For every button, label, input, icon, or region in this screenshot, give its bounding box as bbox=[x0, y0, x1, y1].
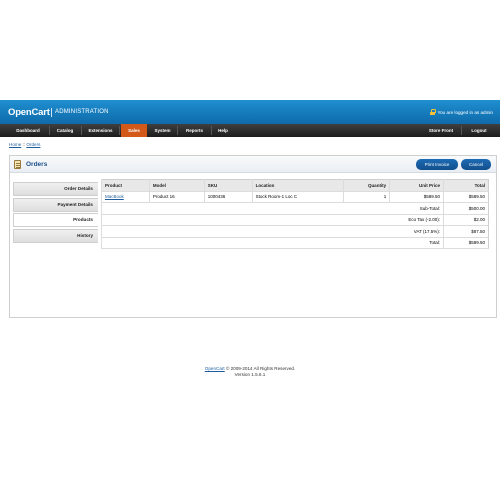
product-link[interactable]: MacBook bbox=[105, 194, 124, 199]
product-quantity: 1 bbox=[343, 191, 390, 203]
tab-products[interactable]: Products bbox=[13, 213, 98, 227]
totals-row: VAT (17.5%): $87.50 bbox=[100, 225, 489, 238]
nav-divider bbox=[177, 126, 178, 135]
nav-help[interactable]: Help bbox=[213, 124, 233, 137]
products-table: Product Model SKU Location Quantity Unit… bbox=[100, 179, 489, 249]
footer-version: Version 1.5.6.1 bbox=[234, 372, 266, 377]
tab-order-details[interactable]: Order Details bbox=[13, 182, 98, 196]
nav-system[interactable]: System bbox=[150, 124, 175, 137]
breadcrumb: Home :: Orders bbox=[9, 142, 40, 147]
totals-label: VAT (17.5%): bbox=[100, 225, 444, 238]
product-unit-price: $589.50 bbox=[389, 191, 444, 203]
totals-row: Sub-Total: $500.00 bbox=[100, 202, 489, 215]
totals-label: Eco Tax (-2.00): bbox=[100, 214, 444, 226]
nav-divider bbox=[81, 126, 82, 135]
totals-row: Total: $589.50 bbox=[100, 237, 489, 249]
nav-extensions[interactable]: Extensions bbox=[83, 124, 118, 137]
col-unit-price: Unit Price bbox=[389, 179, 444, 192]
col-total: Total bbox=[443, 179, 489, 192]
footer-copyright: © 2009-2014 All Rights Reserved. bbox=[224, 366, 296, 371]
admin-header: OpenCart ADMINISTRATION You are logged i… bbox=[0, 100, 500, 124]
footer-opencart-link[interactable]: OpenCart bbox=[205, 366, 225, 371]
product-total: $589.50 bbox=[443, 191, 489, 203]
print-invoice-button[interactable]: Print Invoice bbox=[416, 159, 458, 170]
product-model: Product 16 bbox=[148, 191, 205, 203]
product-sku: 1000436 bbox=[203, 191, 253, 203]
logo-divider bbox=[51, 108, 52, 117]
table-row: MacBook Product 16 1000436 Stock Room-1 … bbox=[101, 191, 489, 203]
totals-value: $589.50 bbox=[443, 237, 489, 249]
nav-catalog[interactable]: Catalog bbox=[51, 124, 79, 137]
totals-value: $87.50 bbox=[443, 225, 489, 238]
nav-divider bbox=[461, 126, 462, 135]
opencart-logo[interactable]: OpenCart bbox=[8, 107, 50, 118]
nav-dashboard[interactable]: Dashboard bbox=[9, 124, 47, 137]
nav-divider bbox=[49, 126, 50, 135]
order-tabs: Order Details Payment Details Products H… bbox=[13, 182, 98, 244]
cancel-button[interactable]: Cancel bbox=[461, 159, 491, 170]
col-location: Location bbox=[251, 179, 344, 192]
order-clipboard-icon bbox=[14, 160, 21, 169]
nav-divider bbox=[211, 126, 212, 135]
login-text: You are logged in as admin bbox=[437, 109, 493, 115]
tab-history[interactable]: History bbox=[13, 228, 98, 243]
nav-reports[interactable]: Reports bbox=[179, 124, 210, 137]
table-header-row: Product Model SKU Location Quantity Unit… bbox=[101, 179, 489, 192]
orders-panel: Orders Print Invoice Cancel Order Detail… bbox=[9, 155, 497, 318]
login-status: You are logged in as admin bbox=[430, 109, 493, 115]
totals-label: Total: bbox=[100, 237, 444, 249]
product-location: Stock Room-1 Loc C bbox=[251, 191, 344, 203]
lock-icon bbox=[430, 109, 437, 115]
col-sku: SKU bbox=[203, 179, 253, 192]
page-title: Orders bbox=[26, 160, 48, 168]
totals-label: Sub-Total: bbox=[100, 202, 444, 215]
col-quantity: Quantity bbox=[343, 179, 390, 192]
totals-row: Eco Tax (-2.00): $2.00 bbox=[100, 214, 489, 226]
nav-store-front[interactable]: Store Front bbox=[426, 124, 456, 137]
footer: OpenCart © 2009-2014 All Rights Reserved… bbox=[0, 366, 500, 378]
totals-value: $2.00 bbox=[443, 214, 489, 226]
nav-divider bbox=[119, 126, 120, 135]
tab-payment-details[interactable]: Payment Details bbox=[13, 197, 98, 212]
admin-subtitle: ADMINISTRATION bbox=[55, 109, 109, 115]
nav-logout[interactable]: Logout bbox=[465, 124, 493, 137]
breadcrumb-home[interactable]: Home bbox=[9, 142, 21, 147]
col-product: Product bbox=[101, 179, 150, 192]
main-navbar: Dashboard Catalog Extensions Sales Syste… bbox=[0, 124, 500, 137]
panel-heading: Orders Print Invoice Cancel bbox=[10, 156, 496, 173]
nav-sales[interactable]: Sales bbox=[121, 124, 147, 137]
totals-value: $500.00 bbox=[443, 202, 489, 215]
breadcrumb-orders[interactable]: Orders bbox=[26, 142, 40, 147]
col-model: Model bbox=[148, 179, 205, 192]
